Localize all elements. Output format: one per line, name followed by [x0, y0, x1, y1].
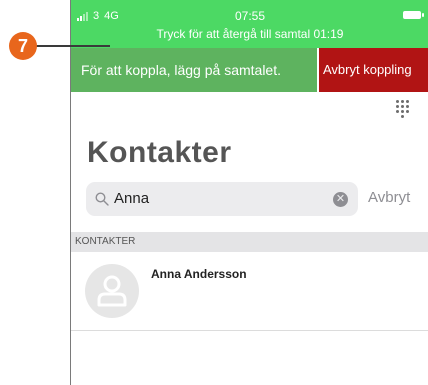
battery-icon: [403, 11, 424, 19]
return-to-call-message[interactable]: Tryck för att återgå till samtal 01:19: [71, 27, 428, 41]
status-time: 07:55: [234, 9, 266, 23]
transfer-bar: För att koppla, lägg på samtalet. Avbryt…: [71, 48, 428, 92]
row-divider: [71, 330, 428, 331]
list-item[interactable]: Anna Andersson: [71, 252, 428, 330]
search-icon: [95, 192, 109, 206]
avatar: [85, 264, 139, 318]
callout-line: [36, 45, 110, 47]
phone-screen: 3 4G 07:55 Tryck för att återgå till sam…: [70, 0, 428, 385]
search-input[interactable]: Anna ✕: [86, 182, 358, 216]
page-title: Kontakter: [87, 136, 232, 169]
search-value[interactable]: Anna: [114, 190, 149, 207]
contact-name: Anna Andersson: [151, 267, 247, 281]
dialpad-icon[interactable]: [395, 100, 409, 118]
search-cancel-button[interactable]: Avbryt: [368, 189, 410, 206]
section-header: KONTAKTER: [71, 232, 428, 252]
cancel-transfer-button[interactable]: Avbryt koppling: [318, 48, 428, 92]
transfer-instruction: För att koppla, lägg på samtalet.: [71, 48, 317, 92]
clear-icon[interactable]: ✕: [333, 192, 348, 207]
person-icon: [97, 275, 127, 307]
status-bar[interactable]: 3 4G 07:55 Tryck för att återgå till sam…: [71, 0, 428, 48]
callout-badge: 7: [9, 32, 37, 60]
